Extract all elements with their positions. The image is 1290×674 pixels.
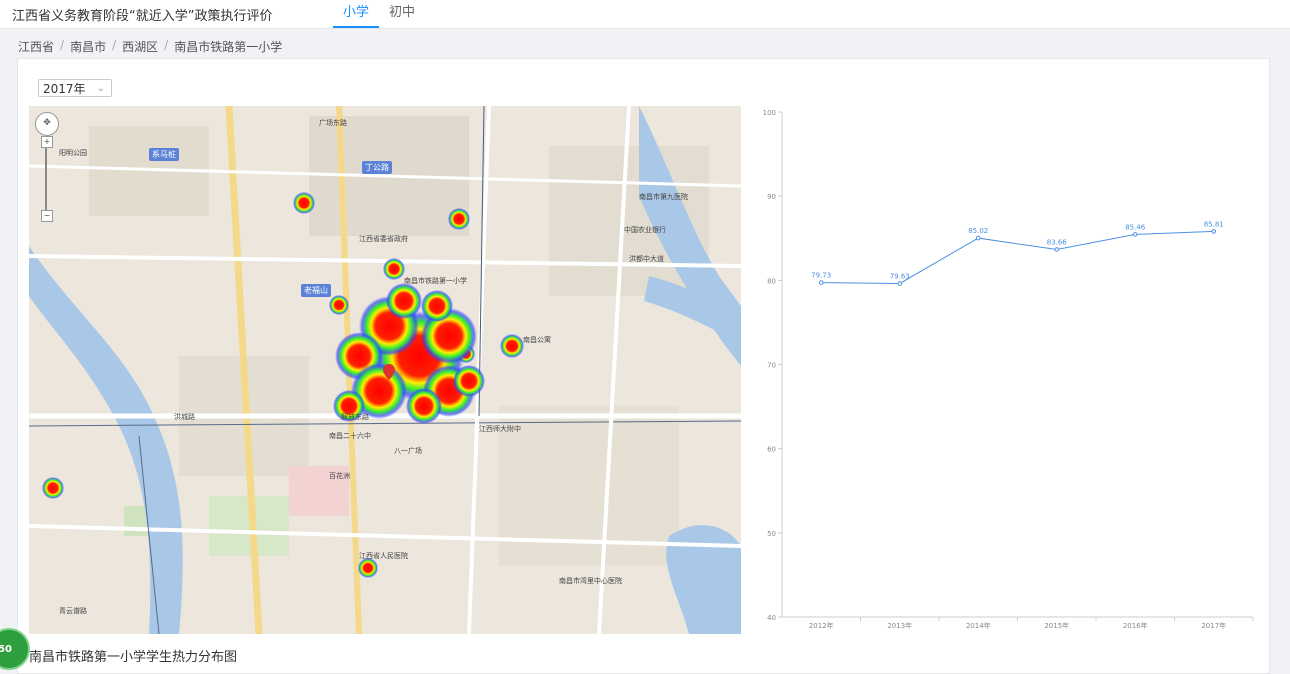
data-point [1132, 232, 1138, 237]
data-label: 85.02 [968, 227, 988, 235]
data-point [975, 235, 981, 241]
map-label: 南昌二十六中 [329, 432, 371, 440]
map-label: 阳明公园 [59, 149, 87, 157]
map-label: 南昌公寓 [523, 336, 551, 344]
map-caption: 南昌市铁路第一小学学生热力分布图 [29, 650, 238, 665]
map-label: 南昌市第九医院 [639, 193, 688, 201]
map-label: 中国农业银行 [624, 226, 666, 234]
zoom-out-button[interactable]: − [41, 210, 53, 222]
map-label: 洪都中大道 [629, 255, 664, 263]
level-tabs: 小学 初中 [333, 0, 425, 28]
zoom-in-button[interactable]: + [41, 136, 53, 148]
map-label: 江西省人民医院 [359, 552, 408, 560]
chart-canvas: 40 50 60 70 80 90 100 2012年 2013年 2014年 2015年 2016年… [763, 109, 1254, 630]
data-point [1054, 247, 1060, 252]
data-label: 79.73 [811, 272, 831, 280]
y-tick-label: 90 [767, 193, 776, 201]
year-select-value: 2017年 [43, 82, 86, 96]
map-label: 江西师大附中 [479, 425, 521, 433]
x-tick-label: 2013年 [887, 621, 912, 630]
x-tick-label: 2015年 [1044, 621, 1069, 630]
heat-map[interactable]: 系马桩 丁公路 老福山 江西省委省政府 南昌市铁路第一小学 洪城路 解放东路 广… [29, 106, 741, 634]
y-tick-label: 60 [767, 446, 776, 454]
map-badge-road-2: 丁公路 [362, 161, 392, 174]
map-label: 南昌市湾里中心医院 [559, 577, 622, 585]
map-label: 南昌市铁路第一小学 [404, 277, 467, 285]
data-label: 79.63 [890, 272, 910, 280]
breadcrumb-province[interactable]: 江西省 [18, 38, 54, 55]
y-tick-label: 100 [763, 109, 776, 117]
y-tick-label: 50 [767, 530, 776, 538]
data-label: 85.46 [1125, 223, 1146, 231]
x-tick-label: 2016年 [1123, 621, 1148, 630]
map-label: 洪城路 [174, 413, 195, 421]
map-zoom-control: ✥ + − [35, 112, 59, 222]
data-label: 85.81 [1204, 220, 1224, 228]
y-tick-label: 70 [767, 362, 776, 370]
series-line [821, 230, 1214, 284]
map-badge-road-1: 系马桩 [149, 148, 179, 161]
data-point [897, 281, 903, 286]
app-title: 江西省义务教育阶段“就近入学”政策执行评价 [12, 9, 273, 24]
map-label: 解放东路 [341, 413, 369, 421]
y-tick-label: 40 [767, 614, 776, 622]
map-label: 八一广场 [394, 447, 422, 455]
zoom-slider[interactable] [45, 148, 47, 210]
chevron-down-icon: ⌄ [96, 83, 105, 94]
map-badge-road-3: 老福山 [301, 284, 331, 297]
breadcrumb: 江西省 / 南昌市 / 西湖区 / 南昌市铁路第一小学 [18, 38, 283, 55]
x-tick-label: 2014年 [966, 621, 991, 630]
x-tick-label: 2012年 [809, 621, 834, 630]
breadcrumb-city[interactable]: 南昌市 [70, 38, 106, 55]
data-label: 83.66 [1047, 239, 1068, 247]
map-label: 广场东路 [319, 119, 347, 127]
breadcrumb-district[interactable]: 西湖区 [122, 38, 158, 55]
y-tick-label: 80 [767, 277, 776, 285]
pan-icon[interactable]: ✥ [35, 112, 59, 136]
data-point [818, 280, 824, 285]
top-bar: 江西省义务教育阶段“就近入学”政策执行评价 小学 初中 [0, 0, 1290, 29]
x-tick-label: 2017年 [1201, 621, 1226, 630]
tab-primary[interactable]: 小学 [333, 0, 379, 28]
map-label: 江西省委省政府 [359, 235, 408, 243]
breadcrumb-school: 南昌市铁路第一小学 [174, 40, 283, 54]
map-label: 青云谱路 [59, 607, 87, 615]
map-label: 百花洲 [329, 472, 350, 480]
tab-junior[interactable]: 初中 [379, 0, 425, 28]
year-select[interactable]: 2017年 ⌄ [38, 79, 112, 97]
data-point [1211, 229, 1217, 234]
score-line-chart: 40 50 60 70 80 90 100 2012年 2013年 2014年 2015年 2016年… [750, 100, 1260, 640]
